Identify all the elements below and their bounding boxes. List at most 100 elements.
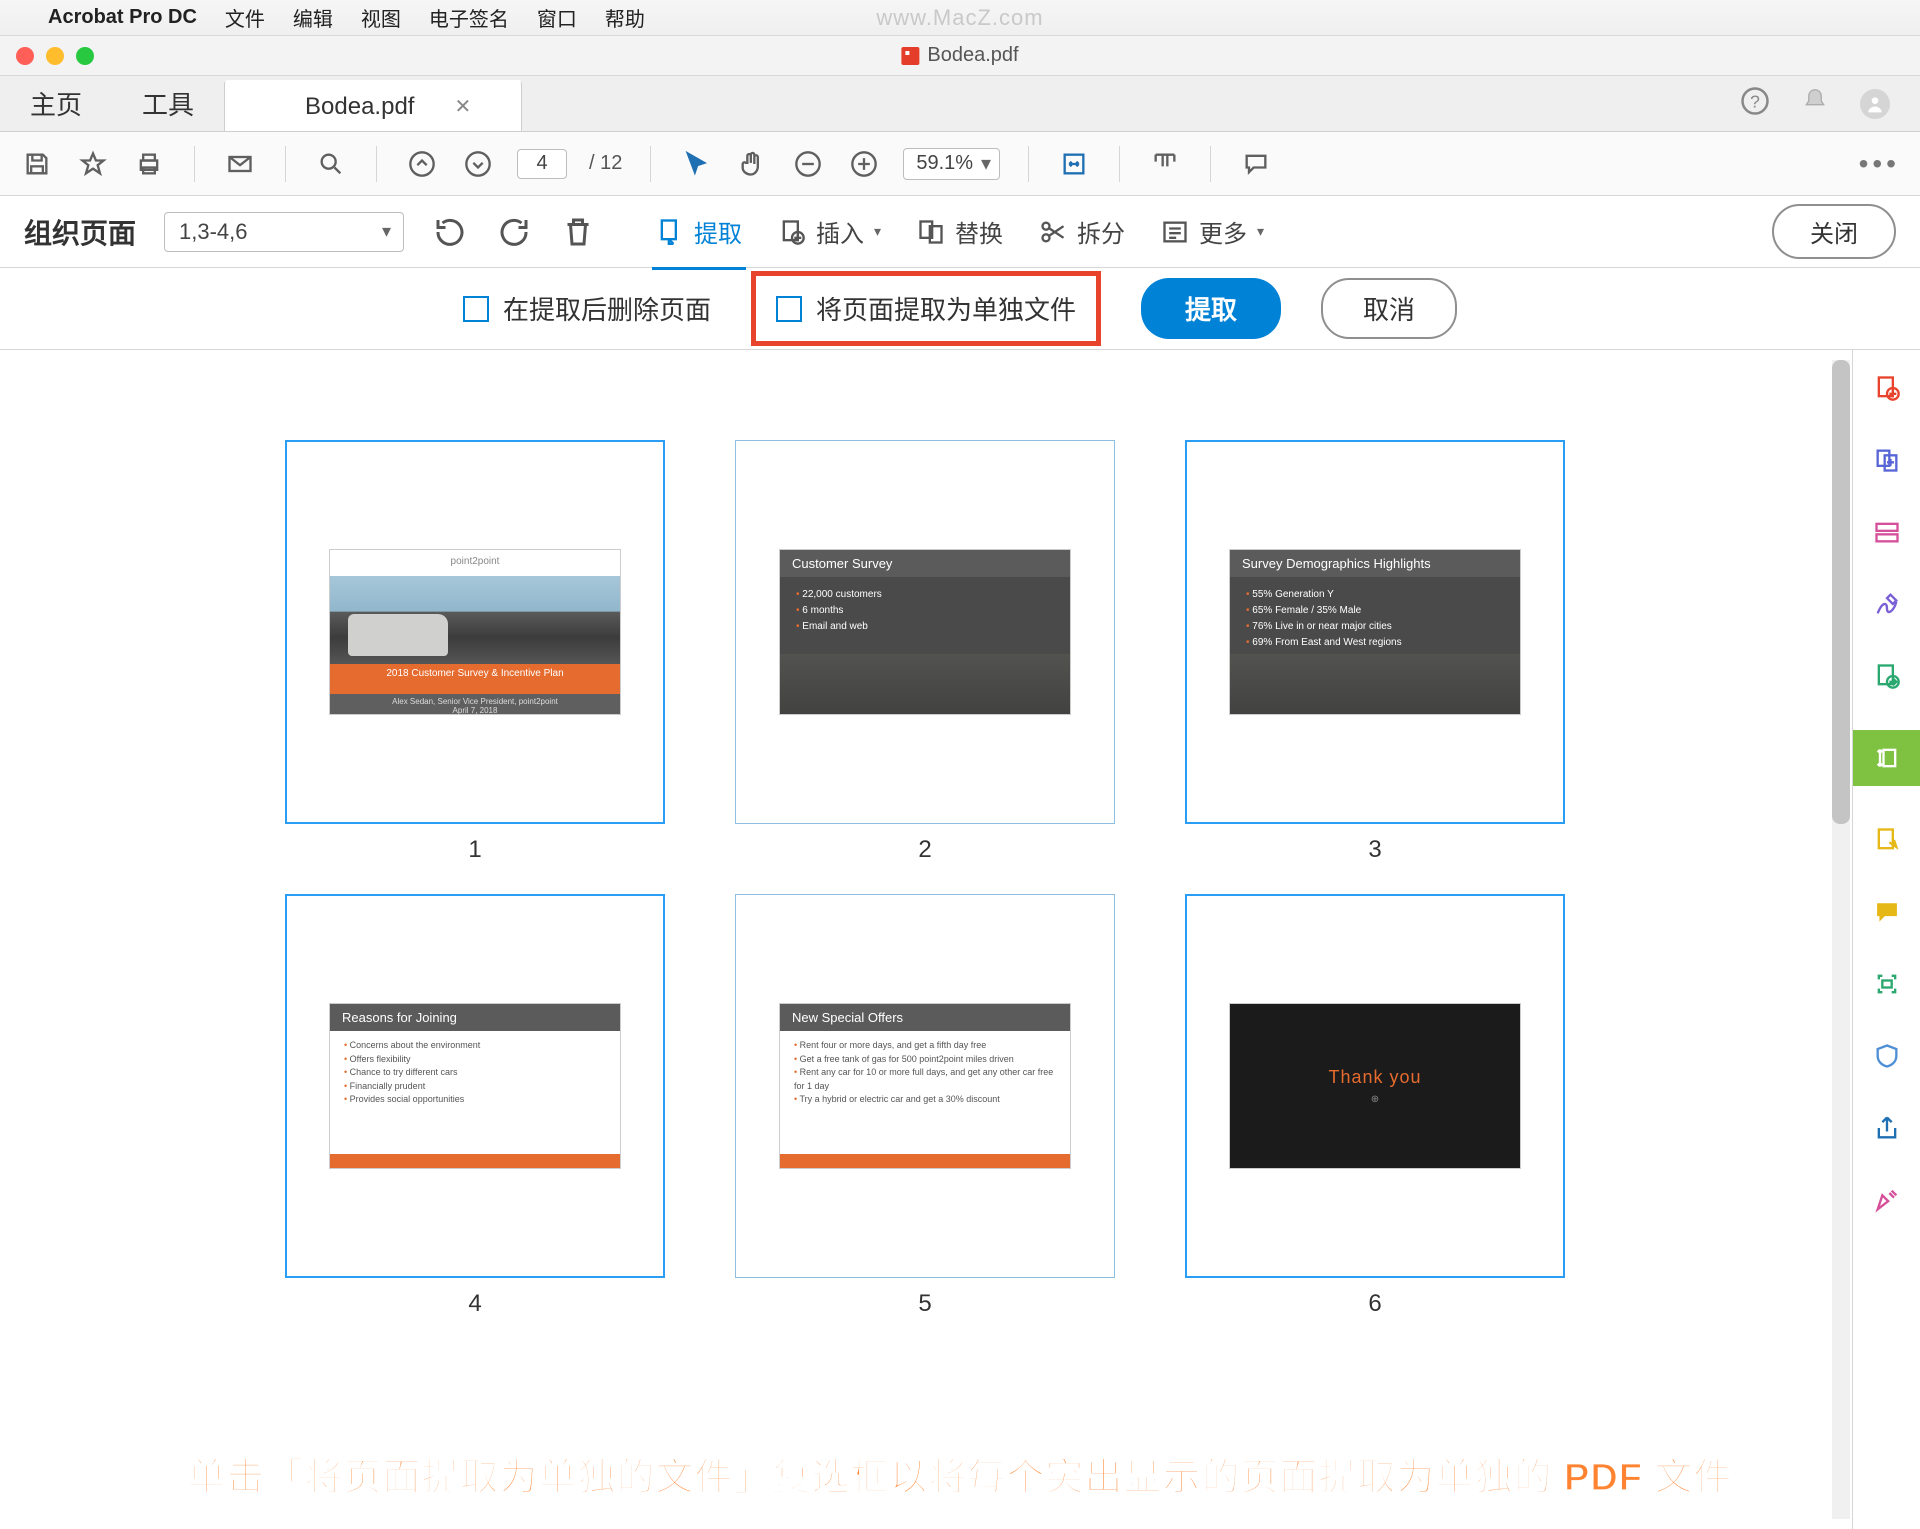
menu-view[interactable]: 视图 [361, 3, 401, 32]
page-number-label: 1 [468, 836, 481, 864]
thumbnail-cell: New Special OffersRent four or more days… [735, 894, 1115, 1318]
insert-icon [778, 218, 806, 246]
fit-width-icon[interactable] [1057, 147, 1091, 181]
extract-options-bar: 在提取后删除页面 将页面提取为单独文件 提取 取消 [0, 268, 1920, 350]
menu-sign[interactable]: 电子签名 [429, 3, 509, 32]
more-list-icon [1161, 218, 1189, 246]
edit-pdf-icon[interactable] [1869, 514, 1905, 550]
split-label: 拆分 [1077, 214, 1125, 249]
export-pdf-icon[interactable] [1869, 658, 1905, 694]
page-thumbnail[interactable]: Customer Survey22,000 customers6 monthsE… [735, 440, 1115, 824]
save-icon[interactable] [20, 147, 54, 181]
replace-icon [917, 218, 945, 246]
insert-label: 插入 [816, 214, 864, 249]
window-title-text: Bodea.pdf [927, 44, 1018, 67]
cancel-button[interactable]: 取消 [1321, 278, 1457, 339]
share-icon[interactable] [1869, 1110, 1905, 1146]
create-pdf-icon[interactable] [1869, 370, 1905, 406]
separate-files-checkbox[interactable]: 将页面提取为单独文件 [776, 290, 1076, 327]
notifications-icon[interactable] [1800, 86, 1830, 121]
extract-button[interactable]: 提取 [652, 208, 746, 270]
tab-close-icon[interactable]: ✕ [454, 94, 471, 119]
extract-confirm-button[interactable]: 提取 [1141, 278, 1281, 339]
tab-active-document[interactable]: Bodea.pdf ✕ [224, 80, 522, 131]
star-icon[interactable] [76, 147, 110, 181]
extract-label: 提取 [694, 214, 742, 249]
sign-icon[interactable] [1869, 586, 1905, 622]
pdf-icon [901, 47, 919, 65]
main-toolbar: / 12 59.1% ••• [0, 132, 1920, 196]
page-thumbnail[interactable]: Reasons for JoiningConcerns about the en… [285, 894, 665, 1278]
window-zoom-button[interactable] [76, 47, 94, 65]
page-thumbnails-area[interactable]: point2point2018 Customer Survey & Incent… [0, 350, 1850, 1529]
rotate-cw-icon[interactable] [496, 214, 532, 250]
organize-pages-icon[interactable] [1853, 730, 1920, 786]
scrollbar-thumb[interactable] [1832, 360, 1850, 824]
menu-help[interactable]: 帮助 [605, 3, 645, 32]
comment-icon[interactable] [1239, 147, 1273, 181]
page-down-icon[interactable] [461, 147, 495, 181]
page-up-icon[interactable] [405, 147, 439, 181]
page-number-input[interactable] [517, 149, 567, 179]
combine-files-icon[interactable] [1869, 442, 1905, 478]
fill-sign-icon[interactable] [1869, 1182, 1905, 1218]
comment-tool-icon[interactable] [1869, 894, 1905, 930]
tab-tools[interactable]: 工具 [112, 76, 224, 131]
traffic-lights [16, 47, 94, 65]
zoom-value: 59.1% [916, 152, 973, 175]
hand-tool-icon[interactable] [735, 147, 769, 181]
more-label: 更多 [1199, 214, 1247, 249]
zoom-in-icon[interactable] [847, 147, 881, 181]
watermark-text: www.MacZ.com [876, 5, 1043, 31]
app-name[interactable]: Acrobat Pro DC [48, 6, 197, 29]
help-icon[interactable]: ? [1740, 86, 1770, 121]
send-comments-icon[interactable] [1869, 822, 1905, 858]
window-close-button[interactable] [16, 47, 34, 65]
organize-toolbar: 组织页面 1,3-4,6 提取 插入▾ 替换 拆分 更多▾ 关闭 [0, 196, 1920, 268]
rotate-ccw-icon[interactable] [432, 214, 468, 250]
protect-icon[interactable] [1869, 1038, 1905, 1074]
more-tools-icon[interactable]: ••• [1859, 148, 1900, 180]
zoom-select[interactable]: 59.1% [903, 148, 1000, 180]
page-range-select[interactable]: 1,3-4,6 [164, 212, 404, 252]
print-icon[interactable] [132, 147, 166, 181]
scrollbar[interactable] [1832, 360, 1850, 1519]
page-range-value: 1,3-4,6 [179, 219, 248, 245]
menu-edit[interactable]: 编辑 [293, 3, 333, 32]
email-icon[interactable] [223, 147, 257, 181]
delete-after-checkbox[interactable]: 在提取后删除页面 [463, 290, 711, 327]
tab-home[interactable]: 主页 [0, 76, 112, 131]
page-thumbnail[interactable]: point2point2018 Customer Survey & Incent… [285, 440, 665, 824]
tab-active-label: Bodea.pdf [305, 93, 414, 121]
account-avatar[interactable] [1860, 89, 1890, 119]
thumbnail-cell: Reasons for JoiningConcerns about the en… [285, 894, 665, 1318]
page-number-label: 3 [1368, 836, 1381, 864]
delete-after-label: 在提取后删除页面 [503, 290, 711, 327]
zoom-out-icon[interactable] [791, 147, 825, 181]
right-tools-panel [1852, 350, 1920, 1529]
page-thumbnail[interactable]: Thank you⊕ [1185, 894, 1565, 1278]
scissors-icon [1039, 218, 1067, 246]
window-minimize-button[interactable] [46, 47, 64, 65]
menu-file[interactable]: 文件 [225, 3, 265, 32]
search-icon[interactable] [314, 147, 348, 181]
delete-icon[interactable] [560, 214, 596, 250]
selection-tool-icon[interactable] [679, 147, 713, 181]
replace-button[interactable]: 替换 [913, 208, 1007, 255]
toggle-panel-icon[interactable] [1148, 147, 1182, 181]
close-organize-button[interactable]: 关闭 [1772, 204, 1896, 259]
scan-ocr-icon[interactable] [1869, 966, 1905, 1002]
more-button[interactable]: 更多▾ [1157, 208, 1268, 255]
page-thumbnail[interactable]: Survey Demographics Highlights55% Genera… [1185, 440, 1565, 824]
page-number-label: 5 [918, 1290, 931, 1318]
page-total-label: / 12 [589, 152, 622, 175]
extract-icon [656, 217, 684, 245]
menu-window[interactable]: 窗口 [537, 3, 577, 32]
checkbox-icon [463, 296, 489, 322]
window-title: Bodea.pdf [901, 44, 1018, 67]
insert-button[interactable]: 插入▾ [774, 208, 885, 255]
replace-label: 替换 [955, 214, 1003, 249]
split-button[interactable]: 拆分 [1035, 208, 1129, 255]
thumbnail-cell: Thank you⊕6 [1185, 894, 1565, 1318]
page-thumbnail[interactable]: New Special OffersRent four or more days… [735, 894, 1115, 1278]
